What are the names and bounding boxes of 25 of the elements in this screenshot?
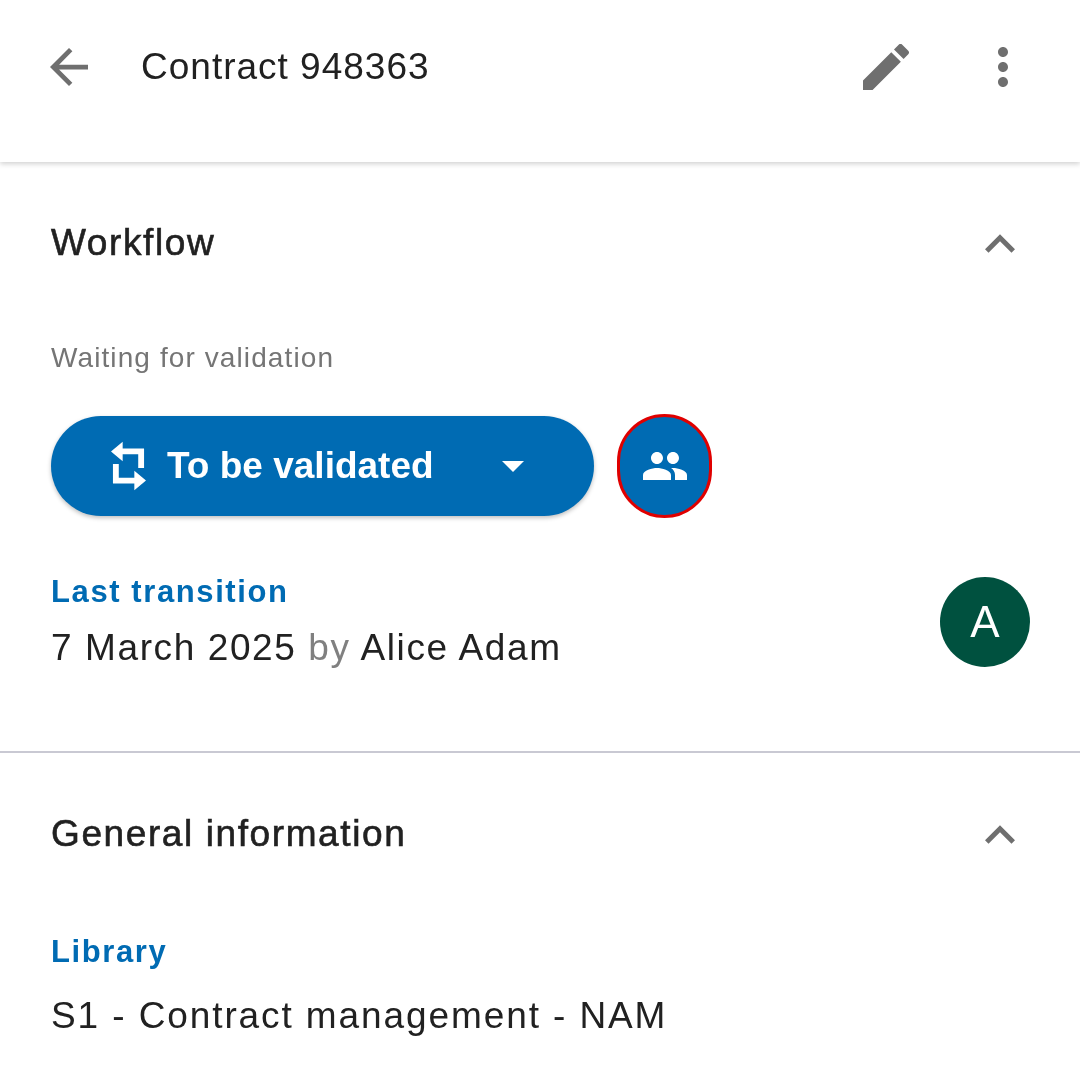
status-dropdown-button[interactable]: To be validated bbox=[51, 416, 594, 516]
section-title: Workflow bbox=[51, 221, 216, 265]
people-icon bbox=[642, 452, 687, 480]
by-word: by bbox=[308, 627, 351, 668]
back-arrow-icon bbox=[50, 48, 88, 86]
caret-down-icon bbox=[502, 460, 524, 472]
page-title: Contract 948363 bbox=[141, 45, 430, 89]
pencil-icon bbox=[863, 44, 909, 90]
collapse-toggle[interactable] bbox=[985, 824, 1015, 844]
more-vertical-icon bbox=[998, 47, 1008, 87]
chevron-up-icon bbox=[985, 233, 1015, 253]
field-label: Library bbox=[51, 933, 168, 971]
user-avatar: A bbox=[940, 576, 1030, 667]
chevron-up-icon bbox=[985, 824, 1015, 844]
person-name: Alice Adam bbox=[360, 627, 562, 668]
more-options-button[interactable] bbox=[998, 47, 1008, 87]
repeat-arrows-icon bbox=[111, 440, 146, 492]
section-title: General information bbox=[51, 812, 407, 856]
field-value: S1 - Contract management - NAM bbox=[51, 994, 668, 1038]
edit-button[interactable] bbox=[863, 44, 909, 90]
back-button[interactable] bbox=[50, 48, 88, 86]
field-label: Last transition bbox=[51, 573, 289, 611]
collapse-toggle[interactable] bbox=[985, 233, 1015, 253]
status-text: Waiting for validation bbox=[51, 341, 335, 375]
transition-date: 7 March 2025 bbox=[51, 627, 297, 668]
